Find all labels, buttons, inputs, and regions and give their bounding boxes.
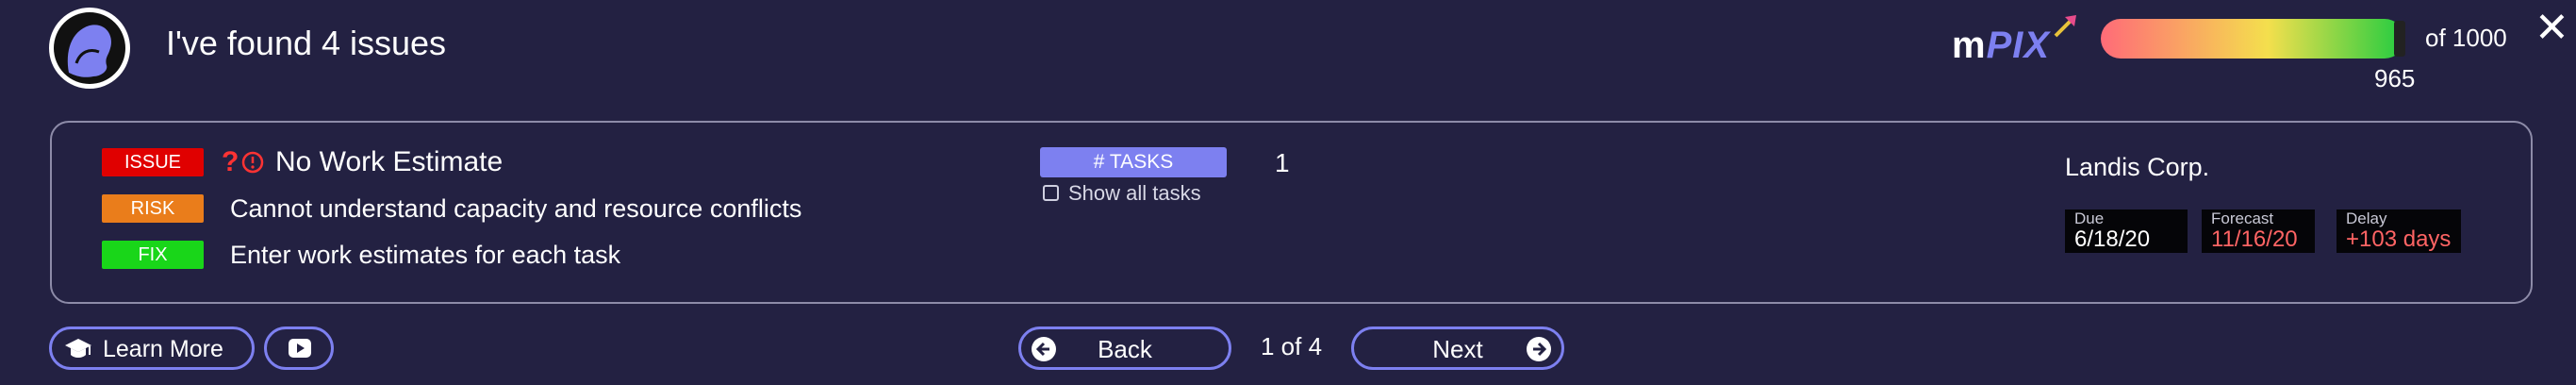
delay-value: +103 days — [2346, 226, 2452, 252]
logo-pix: PIX — [1986, 25, 2051, 66]
score-marker — [2394, 21, 2405, 57]
forecast-date-box: Forecast 11/16/20 — [2202, 209, 2315, 253]
mpix-logo: mPIX — [1952, 23, 2050, 68]
avatar-icon — [54, 12, 125, 84]
graduation-cap-icon — [65, 339, 91, 358]
score-max: of 1000 — [2425, 24, 2507, 52]
back-label: Back — [1098, 335, 1152, 363]
forecast-label: Forecast — [2211, 209, 2274, 227]
forecast-value: 11/16/20 — [2211, 226, 2298, 252]
show-all-tasks-checkbox[interactable] — [1043, 185, 1059, 201]
learn-more-label: Learn More — [103, 336, 223, 362]
company-name: Landis Corp. — [2065, 153, 2210, 181]
due-date-box: Due 6/18/20 — [2065, 209, 2188, 253]
issue-title: No Work Estimate — [275, 146, 504, 177]
back-button[interactable]: Back — [1018, 326, 1231, 370]
risk-badge: RISK — [102, 194, 204, 223]
mpix-arrow-icon — [2054, 15, 2076, 38]
delay-box: Delay +103 days — [2337, 209, 2461, 253]
question-mark-icon: ? — [222, 146, 239, 177]
due-label: Due — [2074, 209, 2105, 227]
tasks-button[interactable]: # TASKS — [1040, 147, 1227, 177]
next-button[interactable]: Next — [1351, 326, 1564, 370]
clock-alert-icon — [241, 151, 264, 174]
video-button[interactable] — [264, 326, 334, 370]
close-icon[interactable]: ✕ — [2535, 6, 2569, 51]
video-icon — [289, 339, 311, 358]
logo-m: m — [1952, 25, 1987, 66]
score-gauge — [2101, 19, 2404, 59]
due-value: 6/18/20 — [2074, 226, 2151, 252]
delay-label: Delay — [2346, 209, 2387, 227]
page-title: I've found 4 issues — [166, 24, 447, 62]
learn-more-button[interactable]: Learn More — [49, 326, 255, 370]
fix-badge: FIX — [102, 241, 204, 269]
tasks-count: 1 — [1275, 148, 1290, 177]
show-all-tasks-label[interactable]: Show all tasks — [1068, 180, 1201, 207]
arrow-right-icon — [1527, 337, 1551, 361]
score-value: 965 — [2374, 64, 2416, 92]
page-indicator: 1 of 4 — [1261, 332, 1323, 360]
issue-badge: ISSUE — [102, 148, 204, 176]
risk-text: Cannot understand capacity and resource … — [230, 194, 802, 223]
avatar — [49, 8, 130, 89]
fix-text: Enter work estimates for each task — [230, 241, 621, 269]
